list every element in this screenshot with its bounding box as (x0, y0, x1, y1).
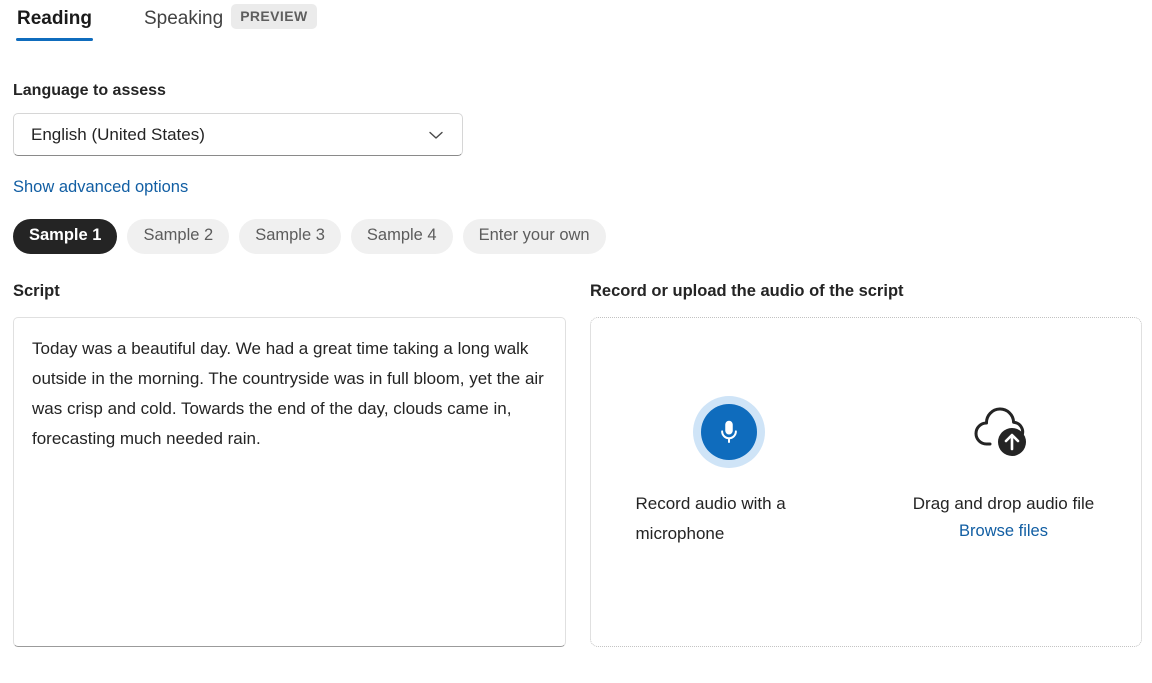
tab-active-indicator (16, 38, 93, 41)
tab-speaking[interactable]: Speaking PREVIEW (140, 0, 321, 38)
show-advanced-options-link[interactable]: Show advanced options (13, 178, 188, 197)
audio-dropzone[interactable]: Record audio with a microphone Drag and … (590, 317, 1142, 647)
tab-reading-label: Reading (17, 0, 92, 38)
record-audio-section: Record audio with a microphone (591, 396, 866, 646)
sample-pill-2[interactable]: Sample 2 (127, 219, 229, 254)
language-dropdown[interactable]: English (United States) (13, 113, 463, 156)
upload-audio-section: Drag and drop audio file Browse files (866, 396, 1141, 646)
cloud-upload-icon (968, 396, 1040, 468)
microphone-icon (701, 404, 757, 460)
chevron-down-icon (426, 125, 446, 145)
tab-reading[interactable]: Reading (13, 0, 96, 38)
audio-panel: Record or upload the audio of the script… (590, 282, 1142, 652)
sample-pill-group: Sample 1 Sample 2 Sample 3 Sample 4 Ente… (13, 219, 1152, 254)
record-audio-button[interactable] (693, 396, 765, 468)
preview-badge: PREVIEW (231, 4, 316, 29)
sample-pill-4[interactable]: Sample 4 (351, 219, 453, 254)
upload-audio-caption: Drag and drop audio file (889, 489, 1119, 519)
audio-panel-title: Record or upload the audio of the script (590, 282, 1142, 301)
script-textarea[interactable] (13, 317, 566, 647)
tab-speaking-label: Speaking (144, 0, 223, 38)
language-dropdown-value: English (United States) (14, 125, 205, 145)
language-section-label: Language to assess (13, 82, 1152, 100)
record-audio-caption: Record audio with a microphone (636, 489, 822, 549)
browse-files-link[interactable]: Browse files (959, 522, 1048, 541)
sample-pill-1[interactable]: Sample 1 (13, 219, 117, 254)
script-panel: Script (13, 282, 566, 652)
tab-bar: Reading Speaking PREVIEW (0, 0, 1152, 48)
content-columns: Script Record or upload the audio of the… (13, 282, 1152, 652)
sample-pill-enter-your-own[interactable]: Enter your own (463, 219, 606, 254)
sample-pill-3[interactable]: Sample 3 (239, 219, 341, 254)
script-panel-title: Script (13, 282, 566, 301)
